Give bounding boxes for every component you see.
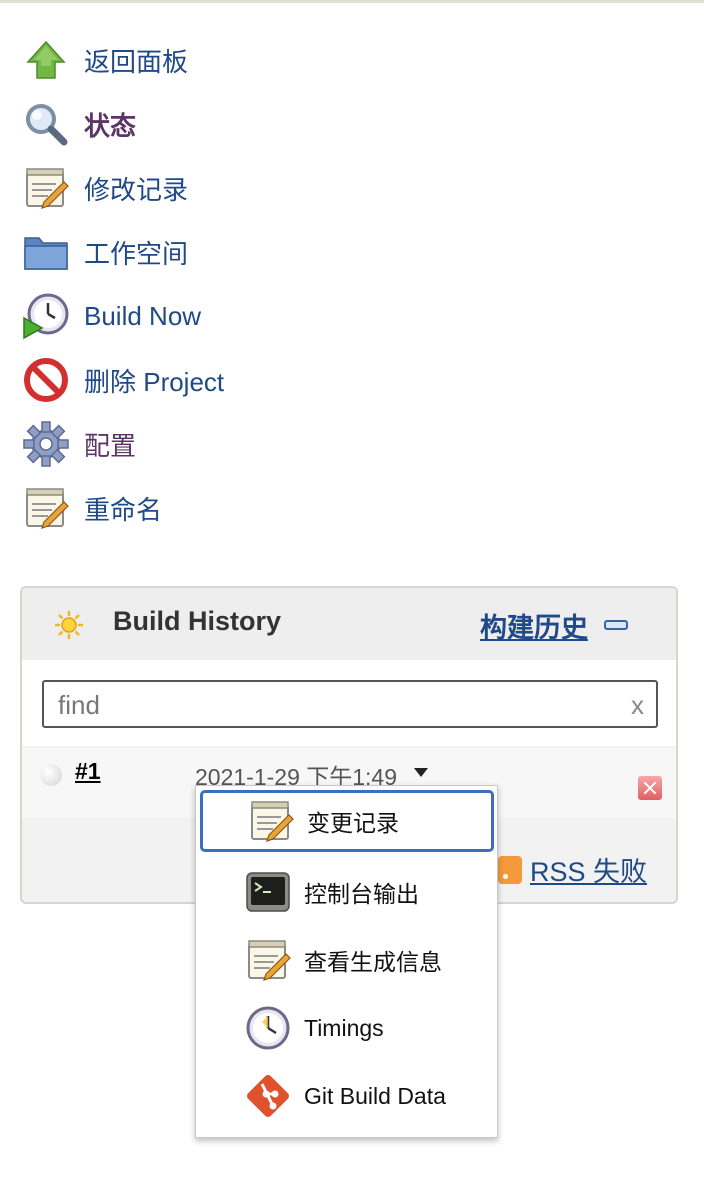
task-configure[interactable]: 配置: [22, 420, 442, 468]
git-icon: [244, 1072, 292, 1120]
notepad-icon: [244, 936, 292, 984]
no-entry-icon: [22, 356, 70, 404]
build-status-ball-icon: [40, 764, 62, 786]
menu-item-console-output[interactable]: 控制台输出: [200, 861, 494, 923]
menu-item-label: 查看生成信息: [304, 949, 442, 975]
task-label: 返回面板: [84, 46, 189, 77]
collapse-icon[interactable]: [604, 620, 628, 630]
search-icon: [22, 100, 70, 148]
gear-icon: [22, 420, 70, 468]
task-status[interactable]: 状态: [22, 100, 442, 148]
top-border: [0, 0, 704, 3]
task-label: 状态: [84, 110, 137, 141]
build-history-header: Build History 构建历史: [22, 588, 676, 660]
build-number-link[interactable]: #1: [75, 758, 101, 785]
menu-item-build-info[interactable]: 查看生成信息: [200, 929, 494, 991]
notepad-icon: [22, 484, 70, 532]
task-rename[interactable]: 重命名: [22, 484, 442, 532]
task-label: 删除 Project: [84, 366, 225, 397]
up-arrow-icon: [22, 36, 70, 84]
notepad-icon: [247, 797, 295, 845]
menu-item-timings[interactable]: Timings: [200, 997, 494, 1059]
task-build-now[interactable]: Build Now: [22, 292, 442, 340]
menu-item-label: Git Build Data: [304, 1082, 446, 1109]
delete-build-icon[interactable]: [638, 776, 662, 800]
clock-icon: [244, 1004, 292, 1052]
task-label: 配置: [84, 430, 137, 461]
menu-item-label: 控制台输出: [304, 881, 419, 907]
dropdown-caret-icon[interactable]: [414, 768, 428, 777]
build-history-title: Build History: [113, 606, 282, 636]
task-workspace[interactable]: 工作空间: [22, 228, 442, 276]
task-back-to-dashboard[interactable]: 返回面板: [22, 36, 442, 84]
task-label: 修改记录: [84, 174, 189, 205]
build-search-box: x: [42, 680, 658, 728]
clear-search-button[interactable]: x: [631, 690, 644, 721]
build-search-row: x: [22, 660, 676, 746]
rss-failed-link[interactable]: RSS 失败: [530, 850, 647, 889]
task-label: Build Now: [84, 300, 202, 331]
build-context-menu: 变更记录 控制台输出 查看生成信息 Timings Git Build Data: [195, 785, 498, 1138]
terminal-icon: [244, 868, 292, 916]
menu-item-label: Timings: [304, 1014, 384, 1041]
build-trend-link[interactable]: 构建历史: [480, 606, 588, 645]
notepad-icon: [22, 164, 70, 212]
task-label: 工作空间: [84, 238, 189, 269]
menu-item-label: 变更记录: [307, 810, 399, 836]
clock-play-icon: [22, 292, 70, 340]
sun-weather-icon: [54, 610, 84, 640]
task-delete-project[interactable]: 删除 Project: [22, 356, 442, 404]
task-label: 重命名: [84, 494, 163, 525]
build-search-input[interactable]: [56, 688, 600, 722]
task-changes[interactable]: 修改记录: [22, 164, 442, 212]
rss-failed-wrap: RSS 失败: [498, 850, 647, 889]
rss-icon: [498, 855, 522, 884]
menu-item-git-build-data[interactable]: Git Build Data: [200, 1065, 494, 1127]
menu-item-changes[interactable]: 变更记录: [200, 790, 494, 852]
folder-icon: [22, 228, 70, 276]
